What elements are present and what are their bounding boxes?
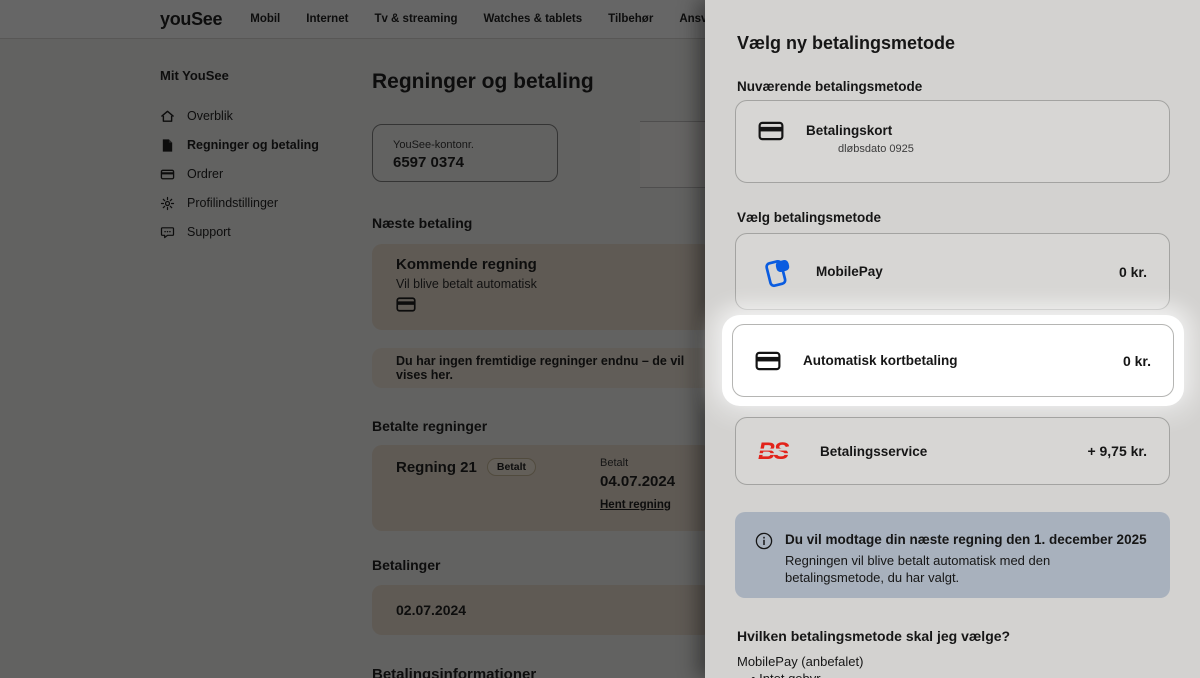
modal-backdrop[interactable]: [0, 0, 705, 678]
faq-bullet-item: Intet gebyr: [751, 671, 821, 678]
credit-card-icon: [758, 121, 784, 141]
current-method-card: Betalingskort dløbsdato 0925: [735, 100, 1170, 183]
info-box-title: Du vil modtage din næste regning den 1. …: [785, 532, 1150, 547]
method-option-betalingsservice[interactable]: BS Betalingsservice + 9,75 kr.: [735, 417, 1170, 485]
credit-card-icon: [755, 351, 781, 371]
tutorial-spotlight: Automatisk kortbetaling 0 kr.: [722, 315, 1184, 406]
method-option-automatisk-kortbetaling[interactable]: Automatisk kortbetaling 0 kr.: [732, 324, 1174, 397]
method-name: Betalingsservice: [820, 444, 927, 459]
panel-title: Vælg ny betalingsmetode: [737, 33, 955, 54]
yousee-billing-page: youSee Mobil Internet Tv & streaming Wat…: [0, 0, 1200, 678]
method-price: + 9,75 kr.: [1087, 443, 1147, 459]
method-price: 0 kr.: [1119, 264, 1147, 280]
svg-text:BS: BS: [758, 438, 789, 464]
current-method-name: Betalingskort: [806, 123, 914, 138]
payment-method-panel: Vælg ny betalingsmetode Nuværende betali…: [705, 0, 1200, 678]
method-price: 0 kr.: [1123, 353, 1151, 369]
info-icon: [755, 532, 773, 550]
current-method-heading: Nuværende betalingsmetode: [737, 79, 922, 94]
method-name: Automatisk kortbetaling: [803, 353, 958, 368]
info-box-body: Regningen vil blive betalt automatisk me…: [785, 552, 1150, 586]
method-name: MobilePay: [816, 264, 883, 279]
faq-heading: Hvilken betalingsmetode skal jeg vælge?: [737, 628, 1010, 644]
method-option-mobilepay[interactable]: MobilePay 0 kr.: [735, 233, 1170, 310]
choose-method-heading: Vælg betalingsmetode: [737, 210, 881, 225]
current-method-detail: dløbsdato 0925: [838, 143, 914, 155]
faq-subheading: MobilePay (anbefalet): [737, 654, 863, 669]
mobilepay-icon: [758, 254, 794, 290]
betalingsservice-icon: BS: [758, 438, 798, 464]
next-invoice-info-box: Du vil modtage din næste regning den 1. …: [735, 512, 1170, 598]
